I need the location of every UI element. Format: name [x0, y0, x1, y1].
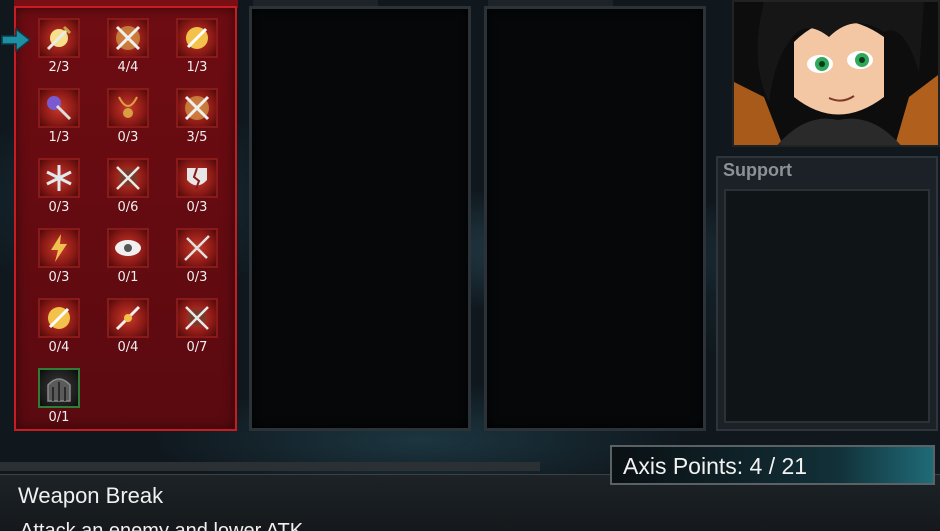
skill-slot-16[interactable]: 0/1 [32, 368, 90, 432]
mace-icon [38, 88, 80, 128]
skill-rank-count: 0/1 [48, 410, 70, 425]
support-panel: Support [716, 156, 938, 431]
spear-icon [176, 228, 218, 268]
support-title: Support [723, 160, 792, 180]
skill-rank-count: 0/3 [117, 130, 139, 145]
skill-rank-count: 0/1 [117, 270, 139, 285]
skill-slot-4[interactable]: 1/3 [32, 88, 90, 152]
skill-column-2 [249, 6, 471, 431]
skill-rank-count: 1/3 [48, 130, 70, 145]
snowflake-icon [38, 158, 80, 198]
crossed-swords-icon [107, 18, 149, 58]
skill-rank-count: 0/3 [48, 270, 70, 285]
skill-slot-8[interactable]: 0/6 [101, 158, 159, 222]
skill-slot-14[interactable]: 0/4 [101, 298, 159, 362]
character-portrait [732, 0, 940, 147]
axis-points-label: Axis Points: 4 / 21 [623, 453, 808, 479]
character-portrait-art [734, 2, 938, 145]
sword-sun-icon [176, 18, 218, 58]
skill-rank-count: 1/3 [186, 60, 208, 75]
skill-column-3 [484, 6, 706, 431]
skill-slot-7[interactable]: 0/3 [32, 158, 90, 222]
skill-rank-count: 0/3 [186, 270, 208, 285]
axis-points-box: Axis Points: 4 / 21 [610, 445, 935, 485]
skill-slot-13[interactable]: 0/4 [32, 298, 90, 362]
broken-shield-icon [176, 158, 218, 198]
skill-rank-count: 2/3 [48, 60, 70, 75]
skill-slot-15[interactable]: 0/7 [170, 298, 228, 362]
skill-rank-count: 4/4 [117, 60, 139, 75]
selection-cursor-icon [1, 27, 32, 53]
amulet-icon [107, 88, 149, 128]
eye-icon [107, 228, 149, 268]
skill-slot-3[interactable]: 1/3 [170, 18, 228, 82]
crossed-swords-shield-icon [176, 298, 218, 338]
skill-rank-count: 0/6 [117, 200, 139, 215]
skill-slot-5[interactable]: 0/3 [101, 88, 159, 152]
skill-slot-10[interactable]: 0/3 [32, 228, 90, 292]
skill-rank-count: 3/5 [186, 130, 208, 145]
selected-skill-name: Weapon Break [18, 483, 164, 508]
crossed-swords-icon [176, 88, 218, 128]
sword-sun-icon [38, 298, 80, 338]
skill-rank-count: 0/4 [117, 340, 139, 355]
sword-burst-icon [38, 18, 80, 58]
gate-icon [38, 368, 80, 408]
skill-slot-12[interactable]: 0/3 [170, 228, 228, 292]
selected-skill-description: Attack an enemy and lower ATK [20, 520, 304, 531]
skill-rank-count: 0/3 [186, 200, 208, 215]
crossed-swords-shield-icon [107, 158, 149, 198]
skill-rank-count: 0/3 [48, 200, 70, 215]
skill-rank-count: 0/4 [48, 340, 70, 355]
lightning-icon [38, 228, 80, 268]
skill-slot-6[interactable]: 3/5 [170, 88, 228, 152]
skill-slot-9[interactable]: 0/3 [170, 158, 228, 222]
support-slots-area[interactable] [724, 189, 930, 423]
skill-slot-1[interactable]: 2/3 [32, 18, 90, 82]
broken-sword-icon [107, 298, 149, 338]
skill-rank-count: 0/7 [186, 340, 208, 355]
skill-slot-2[interactable]: 4/4 [101, 18, 159, 82]
description-strip [0, 462, 540, 471]
skill-slot-11[interactable]: 0/1 [101, 228, 159, 292]
